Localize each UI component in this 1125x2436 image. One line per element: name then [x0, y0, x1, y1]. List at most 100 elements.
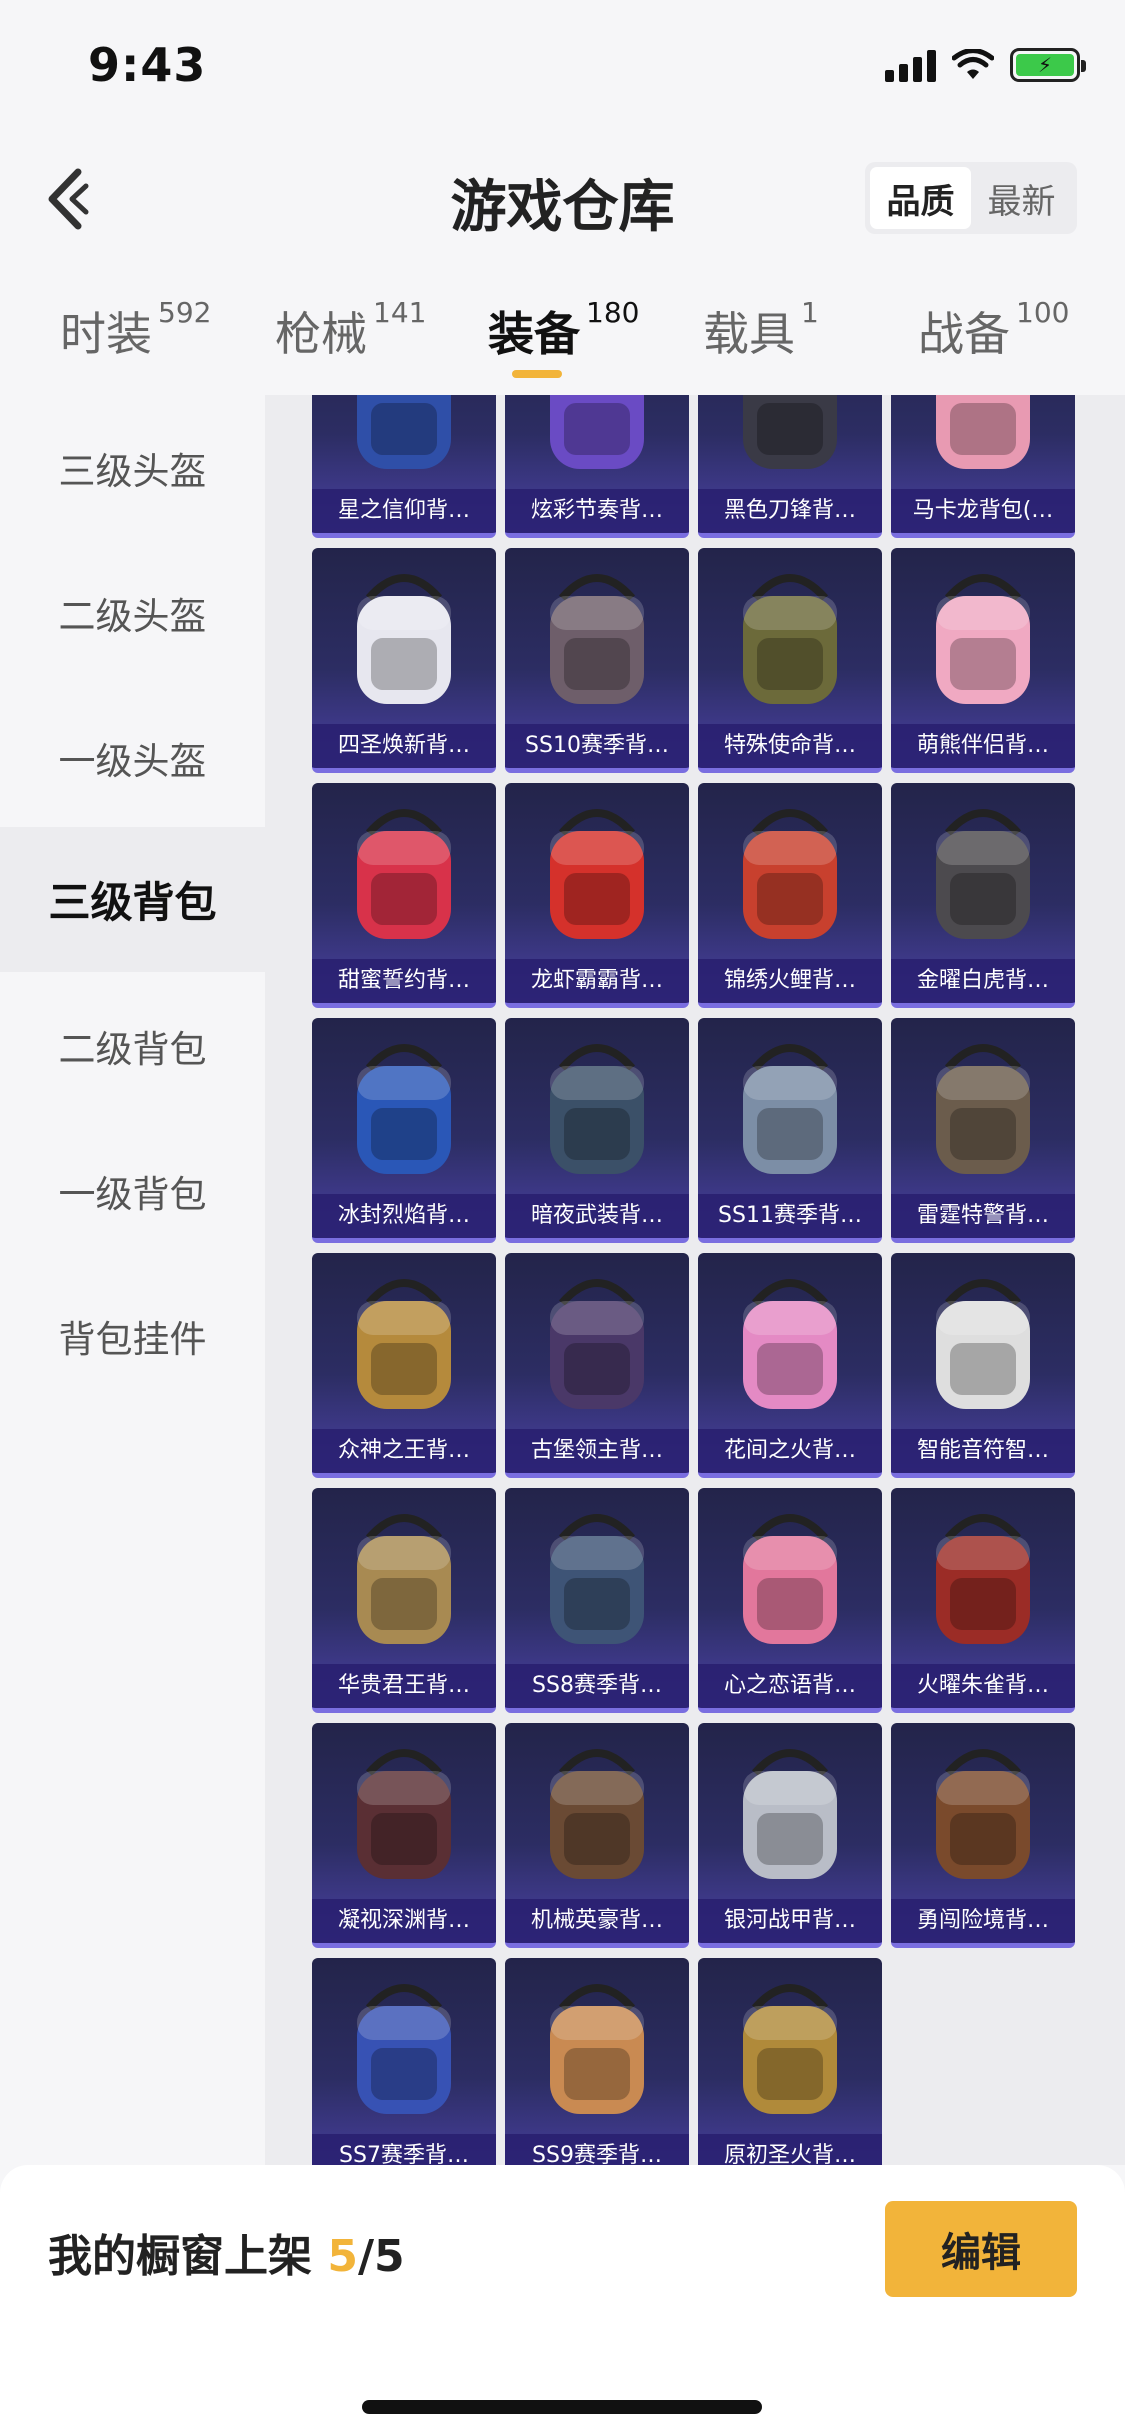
tab-count: 141: [373, 296, 427, 329]
sidebar-item-level2-helmet[interactable]: 二级头盔: [0, 540, 265, 685]
item-name: 华贵君王背…: [312, 1664, 496, 1708]
wifi-icon: [952, 49, 994, 79]
status-time: 9:43: [88, 38, 207, 92]
edit-button[interactable]: 编辑: [885, 2201, 1077, 2297]
item-card[interactable]: SS11赛季背…: [698, 1018, 882, 1243]
sidebar-item-level2-backpack[interactable]: 二级背包: [0, 973, 265, 1118]
shelf-label: 我的橱窗上架: [48, 2231, 328, 2282]
tab-count: 180: [586, 296, 640, 329]
tab-count: 100: [1016, 296, 1070, 329]
item-card[interactable]: 马卡龙背包(…: [891, 395, 1075, 538]
shelf-total-count: /5: [357, 2231, 405, 2282]
backpack-icon: [698, 1958, 882, 2138]
item-card[interactable]: 古堡领主背…: [505, 1253, 689, 1478]
sort-quality-button[interactable]: 品质: [870, 167, 971, 229]
item-card[interactable]: 勇闯险境背…: [891, 1723, 1075, 1948]
shelf-current-count: 5: [327, 2231, 358, 2282]
sidebar-item-level3-backpack[interactable]: 三级背包: [0, 827, 265, 972]
item-card[interactable]: SS10赛季背…: [505, 548, 689, 773]
item-card[interactable]: 黑色刀锋背…: [698, 395, 882, 538]
backpack-icon: [505, 1958, 689, 2138]
item-card[interactable]: 机械英豪背…: [505, 1723, 689, 1948]
sidebar: 三级头盔 二级头盔 一级头盔 三级背包 二级背包 一级背包 背包挂件: [0, 395, 265, 2165]
item-name: 马卡龙背包(…: [891, 489, 1075, 533]
backpack-icon: [312, 1958, 496, 2138]
shelf-status: 我的橱窗上架 5/5: [48, 2220, 405, 2284]
item-card[interactable]: SS8赛季背…: [505, 1488, 689, 1713]
backpack-icon: [698, 1723, 882, 1903]
item-card[interactable]: 火曜朱雀背…: [891, 1488, 1075, 1713]
bear-icon: [891, 548, 1075, 728]
item-card[interactable]: 龙虾霸霸背…: [505, 783, 689, 1008]
item-name: 智能音符智…: [891, 1429, 1075, 1473]
item-name: 火曜朱雀背…: [891, 1664, 1075, 1708]
backpack-icon: [505, 1488, 689, 1668]
backpack-icon: [505, 1018, 689, 1198]
item-card[interactable]: 花间之火背…: [698, 1253, 882, 1478]
sidebar-item-level1-backpack[interactable]: 一级背包: [0, 1118, 265, 1263]
item-card[interactable]: 心之恋语背…: [698, 1488, 882, 1713]
item-card[interactable]: 暗夜武装背…: [505, 1018, 689, 1243]
tab-vehicles[interactable]: 载具 1: [703, 296, 819, 364]
item-card[interactable]: SS7赛季背…: [312, 1958, 496, 2165]
sidebar-item-backpack-charm[interactable]: 背包挂件: [0, 1263, 265, 1408]
header: 游戏仓库 品质 最新: [0, 140, 1125, 260]
item-name: SS9赛季背…: [505, 2134, 689, 2165]
backpack-icon: [891, 395, 1075, 493]
item-card[interactable]: 四圣焕新背…: [312, 548, 496, 773]
item-card[interactable]: 冰封烈焰背…: [312, 1018, 496, 1243]
tab-fashion[interactable]: 时装 592: [60, 296, 211, 364]
item-card[interactable]: 智能音符智…: [891, 1253, 1075, 1478]
item-card[interactable]: 星之信仰背…: [312, 395, 496, 538]
item-name: SS11赛季背…: [698, 1194, 882, 1238]
item-card[interactable]: 萌熊伴侣背…: [891, 548, 1075, 773]
item-card[interactable]: 锦绣火鲤背…: [698, 783, 882, 1008]
home-indicator: [362, 2400, 762, 2414]
item-name: 龙虾霸霸背…: [505, 959, 689, 1003]
item-card[interactable]: 炫彩节奏背…: [505, 395, 689, 538]
item-name: 机械英豪背…: [505, 1899, 689, 1943]
item-card[interactable]: 银河战甲背…: [698, 1723, 882, 1948]
tab-label: 枪械: [275, 307, 367, 361]
item-card[interactable]: SS9赛季背…: [505, 1958, 689, 2165]
backpack-icon: [891, 1723, 1075, 1903]
tab-equipment[interactable]: 装备 180: [488, 296, 640, 364]
item-name: 炫彩节奏背…: [505, 489, 689, 533]
sidebar-item-level3-helmet[interactable]: 三级头盔: [0, 395, 265, 540]
backpack-icon: [698, 395, 882, 493]
backpack-icon: [698, 1018, 882, 1198]
backpack-icon: [312, 1723, 496, 1903]
item-name: 锦绣火鲤背…: [698, 959, 882, 1003]
battery-icon: ⚡: [1010, 48, 1086, 82]
item-card[interactable]: 特殊使命背…: [698, 548, 882, 773]
item-name: 心之恋语背…: [698, 1664, 882, 1708]
item-card[interactable]: 原初圣火背…: [698, 1958, 882, 2165]
tab-label: 装备: [488, 307, 580, 361]
status-bar: 9:43 ⚡: [0, 0, 1125, 140]
sort-newest-button[interactable]: 最新: [971, 167, 1072, 229]
tab-weapons[interactable]: 枪械 141: [275, 296, 427, 364]
helmet-icon: [312, 395, 496, 493]
backpack-icon: [505, 395, 689, 493]
item-card[interactable]: 众神之王背…: [312, 1253, 496, 1478]
item-name: 众神之王背…: [312, 1429, 496, 1473]
item-card[interactable]: 凝视深渊背…: [312, 1723, 496, 1948]
tab-supplies[interactable]: 战备 100: [918, 296, 1070, 364]
item-name: 特殊使命背…: [698, 724, 882, 768]
item-name: 勇闯险境背…: [891, 1899, 1075, 1943]
sidebar-item-level1-helmet[interactable]: 一级头盔: [0, 685, 265, 830]
item-name: 雷霆特警背…: [891, 1194, 1075, 1238]
tab-label: 时装: [60, 307, 152, 361]
item-name: 星之信仰背…: [312, 489, 496, 533]
category-tabs: 时装 592 枪械 141 装备 180 载具 1 战备 100: [0, 280, 1125, 395]
item-name: 金曜白虎背…: [891, 959, 1075, 1003]
item-name: SS7赛季背…: [312, 2134, 496, 2165]
item-name: 黑色刀锋背…: [698, 489, 882, 533]
item-card[interactable]: 甜蜜誓约背…: [312, 783, 496, 1008]
backpack-icon: [505, 1723, 689, 1903]
item-card[interactable]: 金曜白虎背…: [891, 783, 1075, 1008]
item-card[interactable]: 雷霆特警背…: [891, 1018, 1075, 1243]
backpack-icon: [891, 1253, 1075, 1433]
sort-toggle: 品质 最新: [865, 162, 1077, 234]
item-card[interactable]: 华贵君王背…: [312, 1488, 496, 1713]
